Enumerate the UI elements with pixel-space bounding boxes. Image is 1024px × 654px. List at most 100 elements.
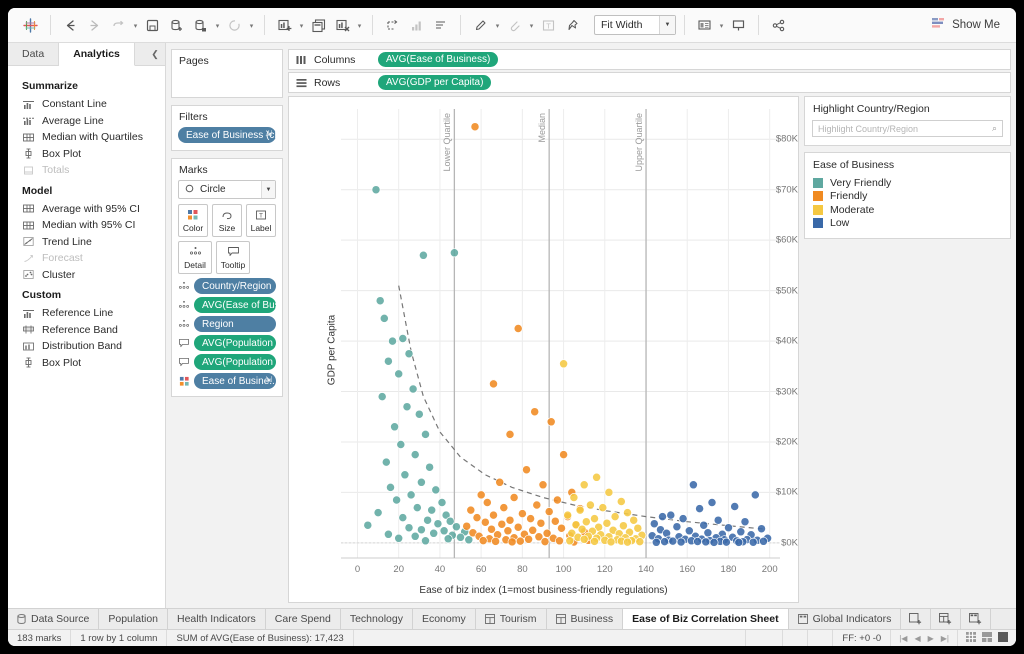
data-point[interactable] [503, 526, 513, 536]
data-point[interactable] [377, 392, 387, 402]
new-worksheet-tab-button[interactable] [901, 609, 932, 629]
data-point[interactable] [410, 531, 420, 541]
data-point[interactable] [579, 534, 589, 544]
data-point[interactable] [592, 472, 602, 482]
data-point[interactable] [740, 517, 750, 527]
data-point[interactable] [550, 516, 560, 526]
prev-page-icon[interactable]: ◀ [914, 634, 920, 643]
data-point[interactable] [480, 517, 490, 527]
rows-shelf[interactable]: Rows AVG(GDP per Capita) [288, 72, 1011, 93]
data-point[interactable] [575, 505, 585, 515]
data-point[interactable] [443, 534, 453, 544]
scatter-chart[interactable]: $0K $10K $20K $30K $40K $50K $60K $70K $80K 0 20 40… [289, 97, 798, 602]
data-point[interactable] [495, 477, 505, 487]
data-point[interactable] [530, 407, 540, 417]
data-point[interactable] [678, 514, 688, 524]
sheet-tab-care-spend[interactable]: Care Spend [266, 609, 341, 629]
data-point[interactable] [513, 324, 523, 333]
analytics-item-median-with-quartiles[interactable]: Median with Quartiles [8, 129, 165, 146]
data-point[interactable] [478, 536, 488, 546]
data-point[interactable] [489, 379, 498, 389]
analytics-item-average-with-95-ci[interactable]: Average with 95% CI [8, 201, 165, 218]
data-point[interactable] [606, 537, 616, 547]
data-point[interactable] [526, 514, 536, 524]
sheet-tab-technology[interactable]: Technology [341, 609, 413, 629]
data-point[interactable] [590, 536, 599, 546]
data-point[interactable] [394, 533, 404, 543]
data-point[interactable] [482, 498, 492, 507]
data-point[interactable] [538, 480, 548, 490]
full-view-icon[interactable] [998, 631, 1008, 645]
present-dropdown-caret-icon[interactable]: ▾ [717, 14, 726, 36]
data-point[interactable] [616, 497, 626, 506]
data-point[interactable] [699, 520, 709, 530]
data-point[interactable] [466, 505, 476, 515]
data-point[interactable] [528, 525, 538, 535]
data-point[interactable] [660, 537, 670, 547]
data-point[interactable] [581, 517, 591, 527]
analytics-item-box-plot[interactable]: Box Plot [8, 146, 165, 163]
data-point[interactable] [421, 429, 430, 439]
data-point[interactable] [672, 522, 682, 532]
data-point[interactable] [577, 524, 587, 534]
marks-detail-button[interactable]: Detail [178, 241, 212, 274]
data-point[interactable] [383, 356, 393, 366]
data-point[interactable] [649, 519, 659, 529]
data-point[interactable] [707, 498, 717, 507]
data-point[interactable] [757, 524, 766, 534]
filter-pill-ease-of-business[interactable]: Ease of Business (cl.. ⇲ [178, 127, 276, 143]
data-point[interactable] [423, 515, 433, 525]
grid-view-icon[interactable] [966, 631, 976, 645]
data-point[interactable] [505, 515, 515, 525]
data-point[interactable] [524, 534, 534, 544]
analytics-item-forecast[interactable]: Forecast [8, 250, 165, 267]
data-point[interactable] [658, 512, 667, 522]
data-point[interactable] [390, 422, 400, 432]
columns-shelf-pill[interactable]: AVG(Ease of Business) [378, 52, 499, 67]
data-point[interactable] [693, 537, 703, 546]
data-point[interactable] [406, 490, 416, 500]
sheet-tab-business[interactable]: Business [547, 609, 624, 629]
data-point[interactable] [404, 523, 414, 533]
marks-tooltip-button[interactable]: Tooltip [216, 241, 250, 274]
data-point[interactable] [505, 429, 515, 439]
highlight-search-input[interactable]: Highlight Country/Region ⌕ [812, 120, 1003, 137]
group-dropdown-caret-icon[interactable]: ▾ [527, 14, 536, 36]
filters-card-body[interactable]: Ease of Business (cl.. ⇲ [172, 127, 282, 150]
data-point[interactable] [437, 498, 447, 507]
data-point[interactable] [383, 529, 393, 539]
undo-icon[interactable] [107, 14, 130, 37]
data-point[interactable] [513, 522, 523, 532]
analytics-item-average-line[interactable]: Average Line [8, 113, 165, 130]
sheet-tab-economy[interactable]: Economy [413, 609, 476, 629]
rows-shelf-pill[interactable]: AVG(GDP per Capita) [378, 75, 492, 90]
sheet-tab-tourism[interactable]: Tourism [476, 609, 547, 629]
chart-plus-icon[interactable] [273, 14, 296, 37]
chevron-down-icon[interactable]: ▼ [261, 181, 275, 198]
data-point[interactable] [416, 525, 426, 535]
refresh-dropdown-caret-icon[interactable]: ▾ [247, 14, 256, 36]
duplicate-sheet-icon[interactable] [307, 14, 330, 37]
filter-icon[interactable]: ⇲ [265, 375, 272, 384]
data-point[interactable] [544, 507, 554, 517]
data-point[interactable] [557, 523, 566, 533]
data-point[interactable] [651, 537, 661, 547]
data-point[interactable] [499, 503, 509, 513]
data-point[interactable] [489, 510, 498, 520]
back-button[interactable] [59, 14, 82, 37]
presentation-icon[interactable] [693, 14, 716, 37]
data-point[interactable] [666, 510, 676, 520]
analytics-item-median-with-95-ci[interactable]: Median with 95% CI [8, 217, 165, 234]
data-point[interactable] [396, 440, 406, 449]
data-point[interactable] [472, 513, 482, 523]
data-point[interactable] [517, 509, 527, 519]
data-point[interactable] [559, 359, 569, 369]
save-icon[interactable] [141, 14, 164, 37]
data-point[interactable] [429, 528, 439, 538]
data-point[interactable] [400, 470, 410, 480]
analytics-item-reference-line[interactable]: Reference Line [8, 305, 165, 322]
data-point[interactable] [623, 508, 632, 518]
data-point[interactable] [713, 515, 723, 525]
marks-pill-avg-population-1[interactable]: AVG(Population .. [178, 335, 276, 351]
data-point[interactable] [398, 334, 408, 343]
